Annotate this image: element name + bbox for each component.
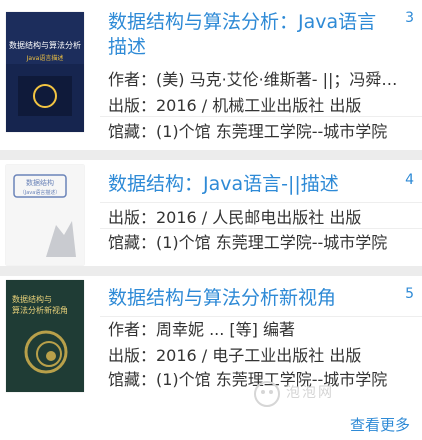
result-number: 3	[405, 10, 414, 26]
card-separator	[0, 266, 422, 276]
author-text: 作者：周幸妮 ... [等] 编著	[108, 320, 296, 339]
cover-subtitle-text: Java语言描述	[26, 54, 64, 62]
publisher-text: 出版：2016 / 电子工业出版社 出版	[108, 346, 362, 365]
result-number: 5	[405, 286, 414, 302]
divider	[100, 116, 422, 117]
watermark-text: 泡泡网	[286, 385, 334, 401]
book-cover-image[interactable]: 数据结构与算法分析 Java语言描述	[6, 12, 84, 132]
card-separator	[0, 150, 422, 160]
holdings-text: 馆藏：(1)个馆 东莞理工学院--城市学院	[108, 233, 388, 252]
result-title-link[interactable]: 数据结构与算法分析：Java语言 描述	[108, 10, 392, 60]
author-text: 作者：(美) 马克·艾伦·维斯著- ||；冯舜…	[108, 70, 398, 89]
result-number: 4	[405, 172, 414, 188]
result-card[interactable]: 数据结构与 算法分析新视角 数据结构与算法分析新视角 5 作者：周幸妮 ... …	[0, 276, 422, 396]
book-cover-image[interactable]: 数据结构与 算法分析新视角	[6, 280, 84, 392]
book-cover-image[interactable]: 数据结构 （Java语言描述）	[6, 165, 84, 265]
view-more-link[interactable]: 查看更多	[350, 414, 410, 435]
result-card[interactable]: 数据结构与算法分析 Java语言描述 数据结构与算法分析：Java语言 描述 3…	[0, 0, 422, 160]
result-card[interactable]: 数据结构 （Java语言描述） 数据结构：Java语言-||描述 4 出版：20…	[0, 160, 422, 265]
cover-title-text: 数据结构与	[12, 294, 52, 304]
title-line: 数据结构与算法分析：Java语言	[108, 11, 377, 33]
divider	[100, 202, 422, 203]
result-title-link[interactable]: 数据结构：Java语言-||描述	[108, 172, 392, 197]
result-title-link[interactable]: 数据结构与算法分析新视角	[108, 286, 392, 311]
watermark-bubble-icon	[254, 381, 280, 407]
watermark-logo: 泡泡网	[252, 378, 352, 414]
publisher-text: 出版：2016 / 人民邮电出版社 出版	[108, 208, 362, 227]
holdings-text: 馆藏：(1)个馆 东莞理工学院--城市学院	[108, 122, 388, 141]
cover-title-text: 数据结构与算法分析	[9, 40, 81, 50]
title-line: 描述	[108, 36, 147, 58]
cover-subtitle-text: （Java语言描述）	[20, 189, 61, 196]
publisher-text: 出版：2016 / 机械工业出版社 出版	[108, 96, 362, 115]
divider	[100, 228, 422, 229]
cover-title-text: 数据结构	[26, 178, 54, 187]
divider	[100, 316, 422, 317]
cover-subtitle-text: 算法分析新视角	[12, 305, 68, 315]
